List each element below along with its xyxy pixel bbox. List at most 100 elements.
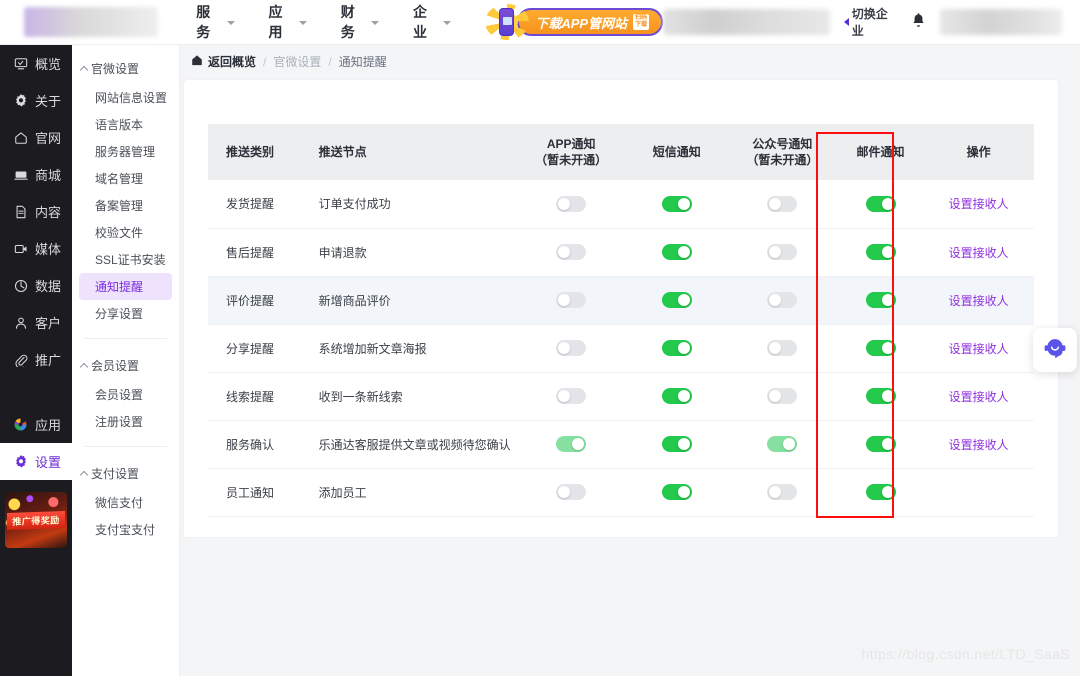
user-account-name[interactable] <box>940 9 1062 35</box>
switch-organization-label: 切换企业 <box>851 7 888 38</box>
home-icon <box>191 54 203 69</box>
toggle-email-notification[interactable] <box>865 244 896 260</box>
set-recipient-link[interactable]: 设置接收人 <box>949 294 1009 308</box>
subnav-item-language[interactable]: 语言版本 <box>79 111 172 138</box>
subnav-item-ssl[interactable]: SSL证书安装 <box>79 246 172 273</box>
cell-node: 新增商品评价 <box>318 276 516 325</box>
toggle-sms-notification[interactable] <box>661 244 692 260</box>
watermark: https://blog.csdn.net/LTD_SaaS <box>861 646 1070 662</box>
toggle-mp-notification[interactable] <box>767 388 798 404</box>
subnav-item-label: SSL证书安装 <box>95 253 166 267</box>
sidebar-item-content[interactable]: 内容 <box>0 193 72 230</box>
toggle-app-notification[interactable] <box>556 244 587 260</box>
toggle-mp-notification[interactable] <box>767 484 798 500</box>
subnav-item-verify-file[interactable]: 校验文件 <box>79 219 172 246</box>
toggle-sms-notification[interactable] <box>661 292 692 308</box>
switch-organization-button[interactable]: 切换企业 <box>843 5 897 39</box>
toggle-mp-notification[interactable] <box>767 340 798 356</box>
subnav-item-notification[interactable]: 通知提醒 <box>79 273 172 300</box>
cell-app <box>515 420 627 469</box>
download-app-button[interactable]: 下载APP管网站 扫码 下载 <box>517 8 664 36</box>
toggle-email-notification[interactable] <box>865 340 896 356</box>
top-nav-item-finance[interactable]: 财务 <box>341 2 380 42</box>
toggle-sms-notification[interactable] <box>661 388 692 404</box>
subnav-item-member-settings[interactable]: 会员设置 <box>79 381 172 408</box>
company-logo[interactable] <box>24 7 159 37</box>
toggle-mp-notification[interactable] <box>767 195 798 212</box>
toggle-app-notification[interactable] <box>556 388 587 404</box>
toggle-email-notification[interactable] <box>865 195 896 212</box>
cell-email <box>837 180 924 229</box>
secondary-sidebar: 官微设置 网站信息设置 语言版本 服务器管理 域名管理 备案管理 校验文件 SS… <box>72 45 180 676</box>
sidebar-item-apps[interactable]: 应用 <box>0 406 72 443</box>
toggle-app-notification[interactable] <box>556 292 587 308</box>
sidebar-item-media[interactable]: 媒体 <box>0 230 72 267</box>
sidebar-item-promotion[interactable]: 推广 <box>0 341 72 378</box>
subnav-item-share[interactable]: 分享设置 <box>79 300 172 327</box>
subnav-item-icp[interactable]: 备案管理 <box>79 192 172 219</box>
toggle-email-notification[interactable] <box>865 484 896 500</box>
set-recipient-link[interactable]: 设置接收人 <box>949 342 1009 356</box>
promotion-reward-banner[interactable]: 推广得奖励 <box>5 492 67 548</box>
toggle-email-notification[interactable] <box>865 292 896 308</box>
subnav-item-register-settings[interactable]: 注册设置 <box>79 408 172 435</box>
toggle-mp-notification[interactable] <box>767 436 798 452</box>
sidebar-item-data[interactable]: 数据 <box>0 267 72 304</box>
sidebar-item-settings[interactable]: 设置 <box>0 443 72 480</box>
sidebar-item-mall[interactable]: 商城 <box>0 156 72 193</box>
subnav-item-wechat-pay[interactable]: 微信支付 <box>79 489 172 516</box>
cell-category: 线索提醒 <box>208 372 319 421</box>
top-nav-item-service[interactable]: 服务 <box>196 2 235 42</box>
toggle-app-notification[interactable] <box>556 340 587 356</box>
cell-category: 分享提醒 <box>208 324 319 373</box>
subnav-item-domain[interactable]: 域名管理 <box>79 165 172 192</box>
toggle-mp-notification[interactable] <box>767 244 798 260</box>
subnav-item-alipay[interactable]: 支付宝支付 <box>79 516 172 543</box>
sidebar-item-label: 设置 <box>35 455 62 470</box>
bell-icon[interactable] <box>911 12 926 32</box>
top-nav-item-app[interactable]: 应用 <box>269 2 307 42</box>
toggle-app-notification[interactable] <box>556 195 587 212</box>
toggle-mp-notification[interactable] <box>767 292 798 308</box>
toggle-sms-notification[interactable] <box>661 436 692 452</box>
subnav-item-server[interactable]: 服务器管理 <box>79 138 172 165</box>
set-recipient-link[interactable]: 设置接收人 <box>949 246 1009 260</box>
toggle-sms-notification[interactable] <box>661 195 692 212</box>
shop-icon <box>13 167 28 182</box>
set-recipient-link[interactable]: 设置接收人 <box>949 197 1009 211</box>
paperclip-icon <box>13 352 28 367</box>
subnav-item-site-info[interactable]: 网站信息设置 <box>79 84 172 111</box>
cell-sms <box>626 228 728 277</box>
subnav-item-label: 域名管理 <box>95 172 144 186</box>
sidebar-item-customer[interactable]: 客户 <box>0 304 72 341</box>
breadcrumb-back-overview[interactable]: 返回概览 <box>191 53 256 70</box>
subnav-group-member[interactable]: 会员设置 <box>72 350 179 381</box>
cell-category: 员工通知 <box>208 468 319 517</box>
download-app-promo[interactable]: 下载APP管网站 扫码 下载 <box>485 4 664 40</box>
cell-email <box>837 420 924 469</box>
column-header-app-line2: （暂未开通） <box>535 153 608 167</box>
toggle-sms-notification[interactable] <box>661 340 692 356</box>
toggle-app-notification[interactable] <box>556 484 587 500</box>
toggle-email-notification[interactable] <box>865 388 896 404</box>
subnav-group-payment[interactable]: 支付设置 <box>72 458 179 489</box>
toggle-sms-notification[interactable] <box>661 484 692 500</box>
breadcrumb-level1[interactable]: 官微设置 <box>273 53 321 70</box>
toggle-email-notification[interactable] <box>865 436 896 452</box>
sidebar-item-overview[interactable]: 概览 <box>0 45 72 82</box>
customer-service-widget[interactable] <box>1033 328 1077 372</box>
overview-icon <box>13 56 28 71</box>
cell-app <box>515 324 627 373</box>
column-header-category: 推送类别 <box>208 124 319 180</box>
breadcrumb-home-label: 返回概览 <box>208 55 257 69</box>
sidebar-item-label: 官网 <box>35 131 62 146</box>
set-recipient-link[interactable]: 设置接收人 <box>949 390 1009 404</box>
toggle-app-notification[interactable] <box>556 436 587 452</box>
sidebar-item-about[interactable]: 关于 <box>0 82 72 119</box>
cell-mp <box>727 324 838 373</box>
top-nav-item-enterprise[interactable]: 企业 <box>413 2 452 42</box>
set-recipient-link[interactable]: 设置接收人 <box>949 438 1009 452</box>
subnav-group-official-site[interactable]: 官微设置 <box>72 53 179 84</box>
table-row: 服务确认 乐通达客服提供文章或视频待您确认 设置接收人 <box>208 420 1034 469</box>
sidebar-item-website[interactable]: 官网 <box>0 119 72 156</box>
